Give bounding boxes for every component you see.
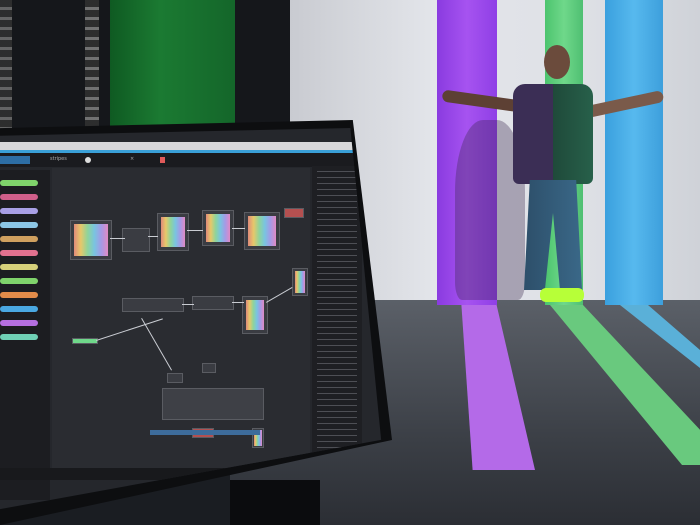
cyan-light-beam [605, 0, 663, 305]
wire [141, 318, 172, 371]
left-panel [0, 170, 50, 500]
wire [182, 304, 194, 305]
close-icon[interactable]: × [130, 156, 134, 162]
right-panel [312, 166, 362, 466]
tab-bar: stripes × [0, 153, 360, 167]
left-panel-item[interactable] [0, 222, 38, 228]
wire [110, 238, 125, 239]
wire [232, 302, 244, 303]
record-icon[interactable] [160, 157, 165, 163]
spectrum-preview [246, 300, 264, 330]
node-preview-3[interactable] [202, 210, 234, 246]
monitor-stand [230, 480, 320, 525]
wire [148, 236, 158, 237]
left-panel-item[interactable] [0, 306, 38, 312]
wire [232, 228, 245, 229]
node-preview-2[interactable] [157, 213, 189, 251]
spectrum-preview [206, 214, 230, 242]
wire [187, 230, 203, 231]
node-preview-4[interactable] [244, 212, 280, 250]
left-panel-item[interactable] [0, 194, 38, 200]
window-titlebar [0, 142, 360, 150]
photo-scene: stripes × [0, 0, 700, 525]
lighting-truss-left [0, 0, 12, 130]
person-torso [513, 84, 593, 184]
node-preview-5[interactable] [242, 296, 268, 334]
left-panel-item[interactable] [0, 180, 38, 186]
tab-stripes[interactable]: stripes [50, 156, 67, 162]
person-head [544, 45, 570, 79]
left-panel-item[interactable] [0, 292, 38, 298]
node-small-2[interactable] [202, 363, 216, 373]
node-small-1[interactable] [167, 373, 183, 383]
node-canvas[interactable] [52, 168, 310, 468]
left-panel-item[interactable] [0, 236, 38, 242]
left-panel-item[interactable] [0, 208, 38, 214]
node-preview-6[interactable] [292, 268, 308, 296]
lighting-truss-right [85, 0, 99, 130]
left-panel-item[interactable] [0, 278, 38, 284]
wire [266, 287, 293, 303]
node-group[interactable] [162, 388, 264, 420]
node-chain[interactable] [122, 298, 184, 312]
spectrum-preview [161, 217, 185, 247]
node-input[interactable] [72, 338, 98, 344]
node-box-1[interactable] [122, 228, 150, 252]
left-panel-item[interactable] [0, 250, 38, 256]
spectrum-preview [74, 224, 108, 256]
property-list [317, 171, 357, 451]
left-panel-item[interactable] [0, 264, 38, 270]
node-icon[interactable] [85, 157, 91, 163]
node-output[interactable] [284, 208, 304, 218]
spectrum-preview [248, 216, 276, 246]
node-mixer[interactable] [192, 296, 234, 310]
spectrum-preview [295, 271, 305, 293]
timeline-bar[interactable] [150, 430, 260, 435]
left-panel-item[interactable] [0, 320, 38, 326]
search-field[interactable] [0, 156, 30, 164]
person-shoes [540, 288, 584, 302]
node-preview-1[interactable] [70, 220, 112, 260]
left-panel-item[interactable] [0, 334, 38, 340]
